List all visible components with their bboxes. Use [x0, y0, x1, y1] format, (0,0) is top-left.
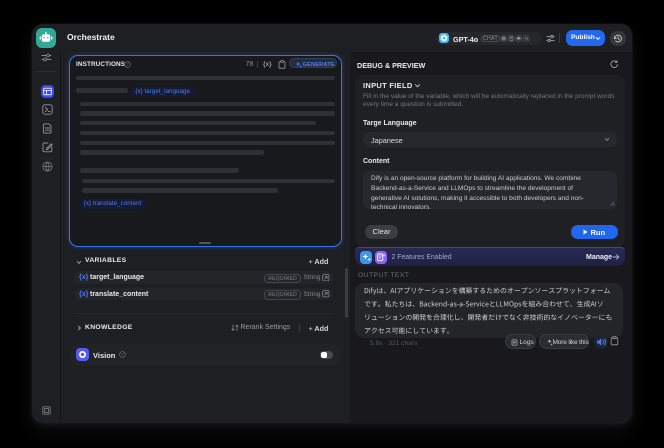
svg-text:?: ?: [121, 352, 124, 357]
svg-text:?: ?: [126, 62, 129, 67]
